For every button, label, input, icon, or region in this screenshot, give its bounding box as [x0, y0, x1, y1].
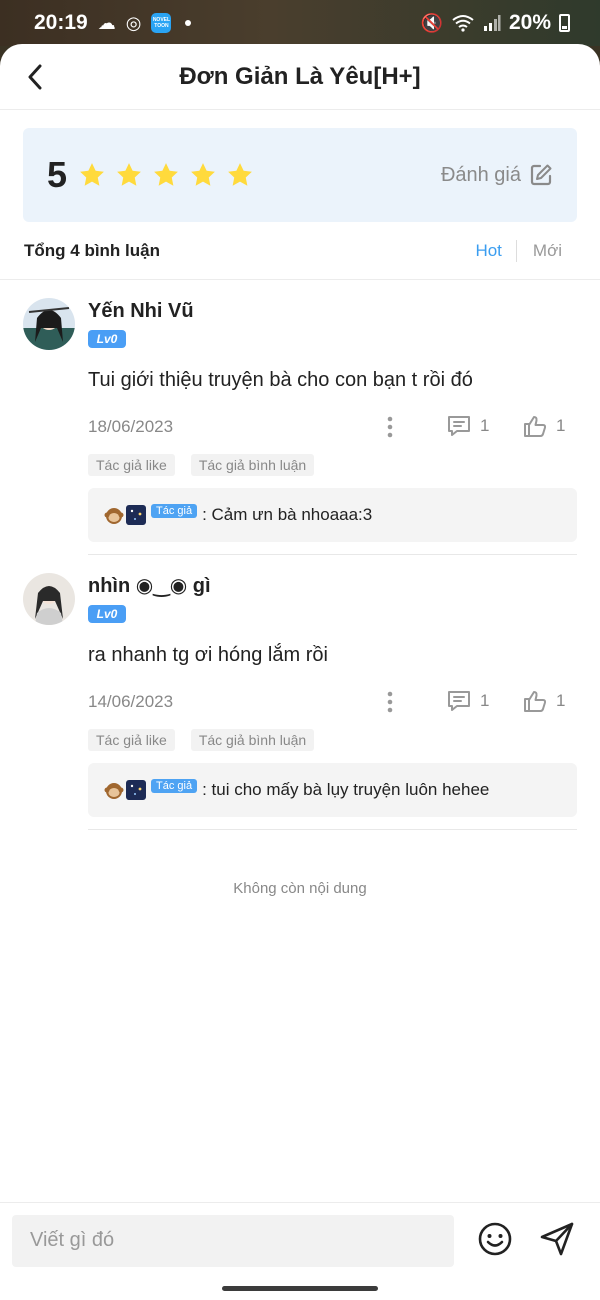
- rating-summary-card: 5 Đánh giá: [23, 128, 577, 222]
- rate-button[interactable]: Đánh giá: [441, 163, 553, 187]
- more-options-icon[interactable]: [384, 416, 396, 438]
- top-bar: Đơn Giản Là Yêu[H+]: [0, 44, 600, 110]
- notification-dot-icon: [185, 20, 192, 26]
- monkey-emoji-icon: [104, 783, 124, 799]
- sort-tabs: Hot Mới: [475, 239, 576, 262]
- avatar-image: [23, 298, 75, 350]
- weather-icon: ☁: [97, 12, 116, 33]
- like-button[interactable]: 1: [522, 689, 565, 713]
- commenter-name[interactable]: Yến Nhi Vũ: [88, 298, 577, 324]
- thumbs-up-icon: [524, 691, 547, 712]
- monkey-emoji-icon: [104, 508, 124, 524]
- send-icon[interactable]: [538, 1220, 576, 1258]
- comment-total: Tổng 4 bình luận: [24, 240, 160, 260]
- mute-icon: 🔇: [420, 12, 443, 33]
- commenter-name[interactable]: nhìn ◉‿◉ gì: [88, 573, 577, 599]
- reply-count: 1: [480, 691, 490, 710]
- comment-date: 18/06/2023: [88, 417, 174, 436]
- comment-date: 14/06/2023: [88, 692, 174, 711]
- author-reply[interactable]: Tác giả : tui cho mấy bà lụy truyện luôn…: [88, 763, 577, 817]
- novel-toon-app-icon: NOVEL TOON: [151, 13, 172, 33]
- emoji-icon[interactable]: [476, 1220, 514, 1258]
- divider: [88, 829, 577, 830]
- page-title: Đơn Giản Là Yêu[H+]: [179, 62, 421, 90]
- edit-icon: [530, 164, 552, 186]
- end-of-list-text: Không còn nội dung: [233, 880, 367, 897]
- like-button[interactable]: 1: [522, 414, 565, 438]
- level-badge: Lv0: [88, 605, 126, 623]
- author-avatar-icon: [126, 505, 146, 525]
- battery-percent: 20%: [508, 11, 551, 34]
- app-screen: Đơn Giản Là Yêu[H+] 5 Đánh giá Tổng 4 bì…: [0, 44, 600, 1278]
- sync-icon: ◎: [125, 12, 142, 33]
- author-avatar-icon: [126, 780, 146, 800]
- wifi-icon: [452, 15, 474, 32]
- system-nav-bar: [0, 1278, 600, 1300]
- tag-author-liked: Tác giả like: [88, 729, 175, 751]
- reply-button[interactable]: 1: [446, 414, 489, 438]
- status-bar: 20:19 ☁ ◎ NOVEL TOON 🔇 20%: [0, 0, 600, 46]
- tag-author-liked: Tác giả like: [88, 454, 175, 476]
- like-count: 1: [556, 416, 566, 435]
- status-time: 20:19: [34, 11, 88, 34]
- comment-item: Yến Nhi Vũ Lv0 Tui giới thiệu truyện bà …: [0, 280, 600, 555]
- comment-composer: [0, 1202, 600, 1278]
- author-badge: Tác giả: [151, 779, 198, 793]
- home-gesture-bar[interactable]: [222, 1286, 378, 1291]
- comment-text: Tui giới thiệu truyện bà cho con bạn t r…: [88, 369, 473, 391]
- chevron-left-icon: [28, 64, 42, 90]
- comment-tags: Tác giả like Tác giả bình luận: [88, 729, 577, 751]
- level-badge: Lv0: [88, 330, 126, 348]
- star-icon: [154, 163, 178, 186]
- rating-stars: [77, 160, 255, 190]
- author-reply[interactable]: Tác giả : Cảm ưn bà nhoaaa:3: [88, 488, 577, 542]
- tag-author-replied: Tác giả bình luận: [190, 729, 315, 751]
- comment-list-header: Tổng 4 bình luận Hot Mới: [0, 222, 600, 280]
- star-icon: [228, 163, 252, 186]
- author-badge: Tác giả: [151, 504, 198, 518]
- avatar[interactable]: [23, 573, 75, 625]
- like-count: 1: [556, 691, 566, 710]
- thumbs-up-icon: [524, 416, 547, 437]
- comment-text: ra nhanh tg ơi hóng lắm rồi: [88, 644, 328, 666]
- comment-item: nhìn ◉‿◉ gì Lv0 ra nhanh tg ơi hóng lắm …: [0, 555, 600, 830]
- rating-score: 5: [47, 154, 68, 195]
- rate-button-label: Đánh giá: [440, 163, 521, 186]
- reply-button[interactable]: 1: [446, 689, 489, 713]
- more-options-icon[interactable]: [384, 691, 396, 713]
- comment-tags: Tác giả like Tác giả bình luận: [88, 454, 577, 476]
- comment-input[interactable]: [12, 1214, 454, 1267]
- author-reply-text: : Cảm ưn bà nhoaaa:3: [202, 505, 373, 524]
- comment-icon: [448, 691, 470, 711]
- star-icon: [80, 163, 104, 186]
- back-button[interactable]: [20, 62, 50, 92]
- signal-icon: [483, 15, 501, 31]
- tag-author-replied: Tác giả bình luận: [190, 454, 315, 476]
- avatar[interactable]: [23, 298, 75, 350]
- battery-icon: [559, 14, 570, 32]
- comment-meta: 18/06/2023 1 1: [88, 412, 577, 442]
- tab-new[interactable]: Mới: [517, 241, 576, 261]
- comment-icon: [448, 416, 470, 436]
- star-icon: [191, 163, 215, 186]
- novel-badge-label: NOVEL TOON: [152, 17, 171, 29]
- reply-count: 1: [480, 416, 490, 435]
- avatar-image: [23, 573, 75, 625]
- author-reply-text: : tui cho mấy bà lụy truyện luôn hehee: [202, 780, 490, 799]
- tab-hot[interactable]: Hot: [475, 241, 515, 261]
- star-icon: [117, 163, 141, 186]
- comment-meta: 14/06/2023 1 1: [88, 687, 577, 717]
